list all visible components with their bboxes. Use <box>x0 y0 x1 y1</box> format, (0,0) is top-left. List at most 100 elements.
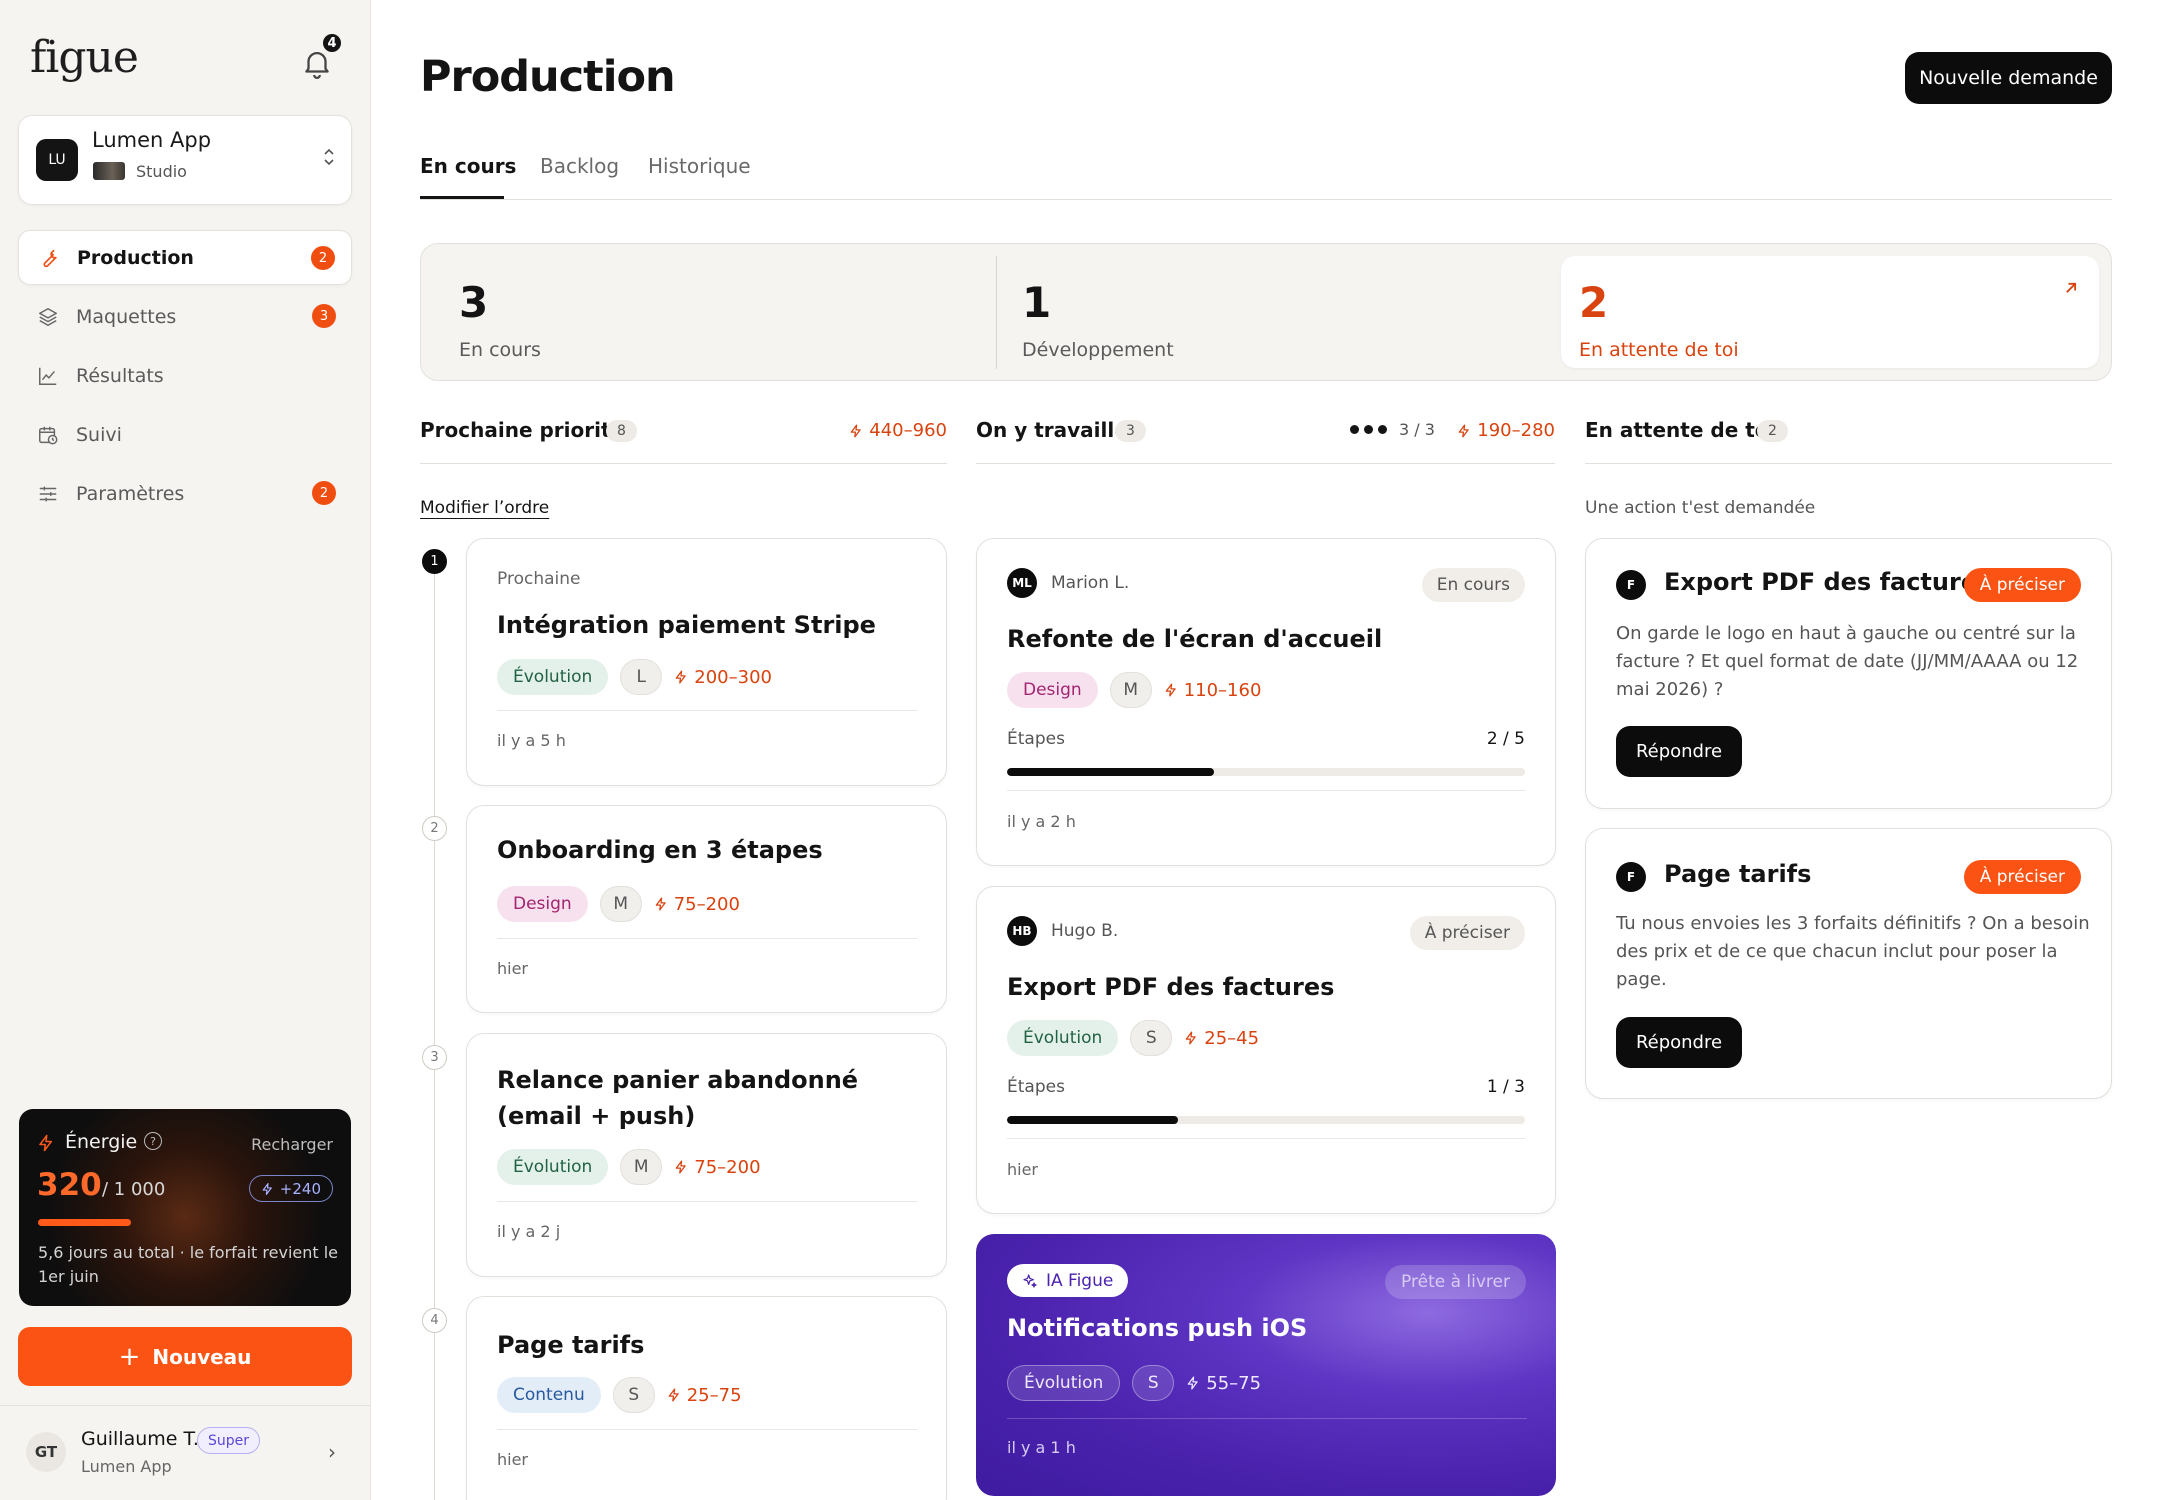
card-title: Page tarifs <box>497 1331 645 1359</box>
chevron-updown-icon <box>324 148 334 166</box>
progress-dot <box>1378 425 1387 434</box>
app-logo[interactable]: figue <box>30 32 139 83</box>
sidebar: figue 4 LU Lumen App Studio Production 2… <box>0 0 371 1500</box>
tab-historique[interactable]: Historique <box>648 154 751 178</box>
card-time: il y a 5 h <box>497 731 566 750</box>
layers-icon <box>36 305 60 329</box>
progress-dot <box>1350 425 1359 434</box>
card-title: Export PDF des factures <box>1664 568 1992 596</box>
card-tags: Évolution L 200–300 <box>497 659 772 695</box>
divider <box>497 1201 917 1202</box>
assignee-name: Hugo B. <box>1051 921 1119 941</box>
bolt-icon <box>655 897 666 911</box>
range-label: 25–75 <box>667 1385 742 1406</box>
reply-button[interactable]: Répondre <box>1616 726 1742 777</box>
range-value: 25–75 <box>686 1384 742 1406</box>
energy-bar <box>38 1219 131 1226</box>
sidebar-item-parametres[interactable]: Paramètres 2 <box>18 466 352 521</box>
assignee-avatar: HB <box>1007 916 1037 946</box>
request-question-card[interactable]: F Page tarifs À préciser Tu nous envoies… <box>1585 828 2112 1099</box>
range-value: 110–160 <box>1183 679 1262 701</box>
tab-backlog[interactable]: Backlog <box>540 154 619 178</box>
count-badge: 2 <box>1757 420 1788 442</box>
work-card[interactable]: ML Marion L. En cours Refonte de l'écran… <box>976 538 1556 866</box>
divider <box>497 1429 917 1430</box>
progress-dots: 3 / 3 <box>1350 420 1435 439</box>
main-nav: Production 2 Maquettes 3 Résultats Suivi <box>18 230 352 525</box>
stat-value: 2 <box>1579 278 1609 327</box>
recharge-link[interactable]: Recharger <box>251 1135 333 1154</box>
range-value: 440–960 <box>869 420 947 441</box>
user-name[interactable]: Guillaume T. <box>81 1428 199 1450</box>
card-time: il y a 2 h <box>1007 812 1076 831</box>
progress-bar <box>1007 768 1525 776</box>
request-card[interactable]: Page tarifs Contenu S 25–75 hier <box>466 1296 947 1500</box>
request-question-card[interactable]: F Export PDF des factures À préciser On … <box>1585 538 2112 809</box>
stat-waiting[interactable]: 2 En attente de toi <box>1561 256 2099 368</box>
card-tags: Évolution M 75–200 <box>497 1149 761 1185</box>
divider <box>0 1405 371 1406</box>
bolt-icon <box>262 1182 272 1195</box>
new-request-button[interactable]: Nouvelle demande <box>1905 52 2112 104</box>
energy-bonus-value: +240 <box>279 1179 321 1198</box>
ai-badge: IA Figue <box>1007 1264 1129 1297</box>
column-title: En attente de toi <box>1585 418 1776 442</box>
card-title: Onboarding en 3 étapes <box>497 836 823 864</box>
reorder-link[interactable]: Modifier l’ordre <box>420 498 549 518</box>
card-tags: Design M 110–160 <box>1007 672 1261 708</box>
user-avatar[interactable]: GT <box>26 1432 66 1472</box>
bolt-icon <box>1187 1376 1198 1390</box>
sidebar-item-suivi[interactable]: Suivi <box>18 407 352 462</box>
plan-swatch <box>93 162 125 180</box>
sidebar-item-maquettes[interactable]: Maquettes 3 <box>18 289 352 344</box>
request-card[interactable]: Relance panier abandonné (email + push) … <box>466 1033 947 1277</box>
user-org: Lumen App <box>81 1457 172 1476</box>
energy-panel: Énergie ? Recharger 320 / 1 000 +240 5,6… <box>19 1109 351 1306</box>
ai-card[interactable]: IA Figue Prête à livrer Notifications pu… <box>976 1234 1556 1496</box>
workspace-plan: Studio <box>136 162 187 181</box>
bolt-icon <box>1185 1031 1196 1045</box>
ai-badge-label: IA Figue <box>1046 1270 1114 1291</box>
wrench-icon <box>37 246 61 270</box>
work-card[interactable]: HB Hugo B. À préciser Export PDF des fac… <box>976 886 1556 1214</box>
sidebar-item-production[interactable]: Production 2 <box>18 230 352 285</box>
range-label: 190–280 <box>1457 420 1555 441</box>
stats-bar: 3 En cours 1 Développement 2 En attente … <box>420 243 2112 381</box>
divider <box>497 710 917 711</box>
range-label: 55–75 <box>1186 1373 1261 1394</box>
arrow-up-right-icon <box>2066 282 2077 293</box>
assignee-name: Marion L. <box>1051 573 1130 593</box>
card-tags: Contenu S 25–75 <box>497 1377 742 1413</box>
calendar-clock-icon <box>36 423 60 447</box>
new-button[interactable]: + Nouveau <box>18 1327 352 1386</box>
progress-count: 1 / 3 <box>1486 1077 1525 1097</box>
column-header-waiting: En attente de toi 2 <box>1585 418 2112 464</box>
card-title: Export PDF des factures <box>1007 973 1335 1001</box>
range-label: 25–45 <box>1184 1028 1259 1049</box>
sidebar-item-resultats[interactable]: Résultats <box>18 348 352 403</box>
request-card[interactable]: Prochaine Intégration paiement Stripe Év… <box>466 538 947 786</box>
stat-label: En cours <box>459 339 541 361</box>
bolt-icon <box>1165 683 1176 697</box>
sidebar-item-label: Maquettes <box>76 305 177 328</box>
reply-button[interactable]: Répondre <box>1616 1017 1742 1068</box>
type-tag: Évolution <box>1007 1365 1121 1401</box>
tab-en-cours[interactable]: En cours <box>420 154 516 178</box>
divider <box>1007 1418 1527 1419</box>
page-title: Production <box>420 52 676 102</box>
chevron-right-icon[interactable]: › <box>328 1440 336 1464</box>
question-text: Tu nous envoies les 3 forfaits définitif… <box>1616 913 2090 990</box>
stat-en-cours: 3 En cours <box>421 256 996 369</box>
request-card[interactable]: Onboarding en 3 étapes Design M 75–200 h… <box>466 805 947 1013</box>
type-tag: Contenu <box>497 1377 601 1413</box>
bolt-icon <box>850 424 862 437</box>
workspace-switcher[interactable]: LU Lumen App Studio <box>18 115 352 205</box>
help-icon[interactable]: ? <box>144 1132 162 1150</box>
type-tag: Évolution <box>1007 1020 1119 1056</box>
card-title: Page tarifs <box>1664 860 1812 888</box>
card-kicker: Prochaine <box>497 569 581 589</box>
energy-value: 320 <box>37 1167 102 1203</box>
stat-developpement: 1 Développement <box>985 256 1545 369</box>
card-time: il y a 1 h <box>1007 1438 1076 1457</box>
tab-bar: En cours Backlog Historique <box>420 150 2112 200</box>
